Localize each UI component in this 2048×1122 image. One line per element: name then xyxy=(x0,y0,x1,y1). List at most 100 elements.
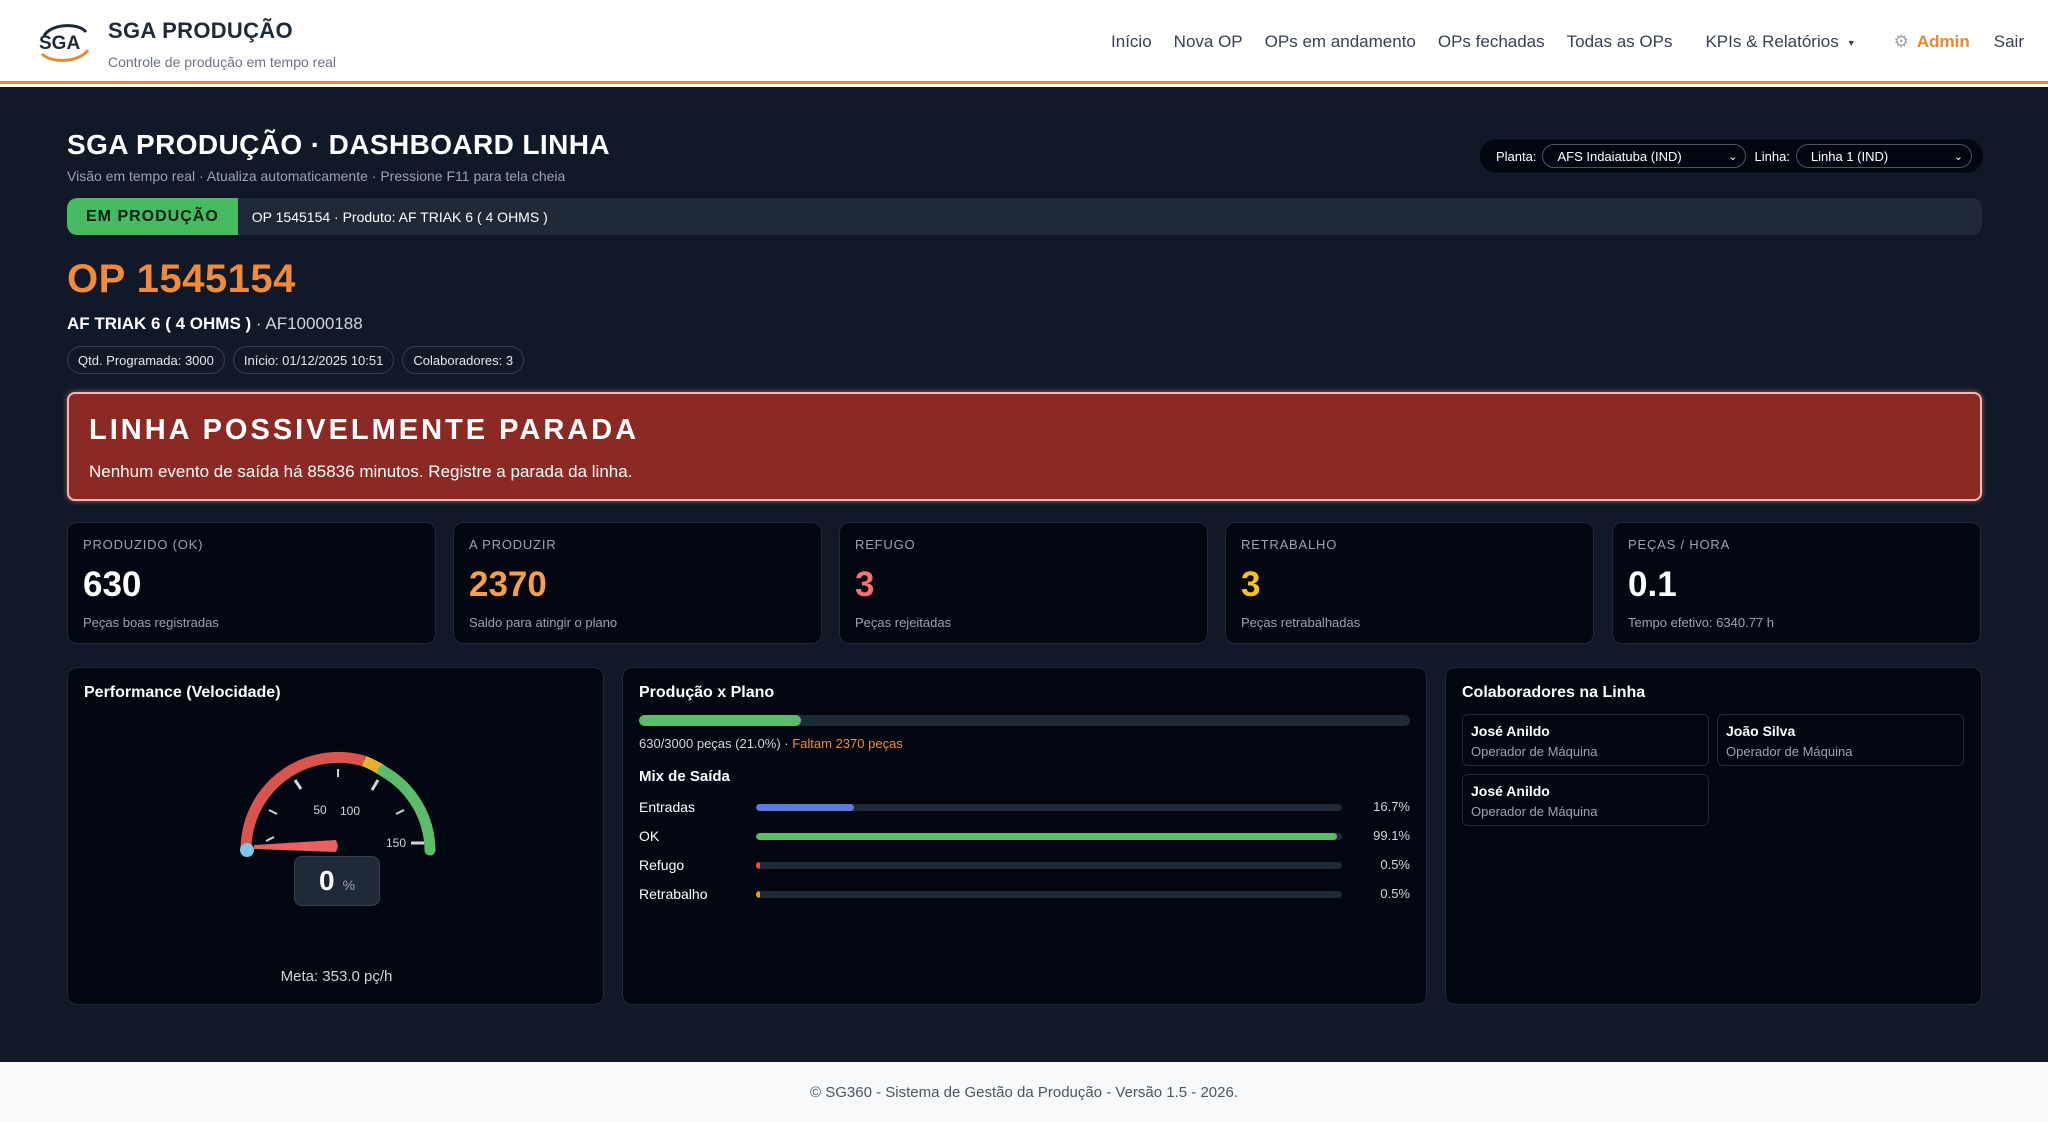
kpi-value: 3 xyxy=(855,565,875,604)
planta-label: Planta: xyxy=(1496,148,1537,164)
plan-faltam-label: Faltam 2370 peças xyxy=(792,736,903,751)
kpi-label: RETRABALHO xyxy=(1241,537,1338,552)
pill-inicio: Início: 01/12/2025 10:51 xyxy=(232,346,395,374)
nav-kpis-dropdown[interactable]: KPIs & Relatórios ▼ xyxy=(1705,32,1855,52)
plan-progress-label: 630/3000 peças (21.0%) · xyxy=(639,736,789,751)
mix-track xyxy=(756,891,1342,898)
collaborator-name: João Silva xyxy=(1726,723,1796,739)
brand-subtitle: Controle de produção em tempo real xyxy=(108,54,337,70)
mix-fill xyxy=(756,891,760,898)
footer-text: © SG360 - Sistema de Gestão da Produção … xyxy=(810,1083,1238,1101)
collaborator-card: José Anildo Operador de Máquina xyxy=(1462,774,1709,826)
kpi-label: A PRODUZIR xyxy=(469,537,557,552)
mix-track xyxy=(756,862,1342,869)
nav-inicio[interactable]: Início xyxy=(1111,32,1152,52)
footer: © SG360 - Sistema de Gestão da Produção … xyxy=(0,1062,2048,1122)
collaborator-card: José Anildo Operador de Máquina xyxy=(1462,714,1709,766)
linha-select[interactable]: Linha 1 (IND) ⌄ xyxy=(1795,144,1972,168)
performance-card: Performance (Velocidade) 50 100 150 0 % xyxy=(67,667,604,1005)
mix-fill xyxy=(756,862,760,869)
product-line: AF TRIAK 6 ( 4 OHMS ) · AF10000188 xyxy=(67,314,363,334)
collaborator-role: Operador de Máquina xyxy=(1471,744,1598,759)
line-stopped-alert: LINHA POSSIVELMENTE PARADA Nenhum evento… xyxy=(67,392,1982,501)
brand[interactable]: SGA SGA PRODUÇÃO Controle de produção em… xyxy=(36,18,336,70)
caret-down-icon: ▼ xyxy=(1846,37,1856,48)
planta-value: AFS Indaiatuba (IND) xyxy=(1557,148,1682,164)
mix-pct: 16.7% xyxy=(1373,799,1410,814)
kpi-sub: Saldo para atingir o plano xyxy=(469,615,618,630)
collaborator-name: José Anildo xyxy=(1471,783,1550,799)
mix-row-entradas: Entradas 16.7% xyxy=(639,797,1410,817)
op-title: OP 1545154 xyxy=(67,257,296,301)
mix-title: Mix de Saída xyxy=(639,768,730,785)
collaborator-name: José Anildo xyxy=(1471,723,1550,739)
kpi-value: 0.1 xyxy=(1628,565,1677,604)
mix-row-refugo: Refugo 0.5% xyxy=(639,855,1410,875)
alert-title: LINHA POSSIVELMENTE PARADA xyxy=(89,414,640,446)
sga-logo: SGA xyxy=(36,18,92,66)
linha-value: Linha 1 (IND) xyxy=(1810,148,1889,164)
kpi-sub: Tempo efetivo: 6340.77 h xyxy=(1628,615,1774,630)
gauge-value: 0 xyxy=(318,865,335,896)
mix-fill xyxy=(756,833,1337,840)
logo-text: SGA xyxy=(39,33,80,54)
nav-links: Início Nova OP OPs em andamento OPs fech… xyxy=(1089,28,2024,56)
performance-title: Performance (Velocidade) xyxy=(84,684,281,701)
producao-plano-card: Produção x Plano 630/3000 peças (21.0%) … xyxy=(622,667,1427,1005)
mix-label: OK xyxy=(639,828,660,844)
nav-todas-ops[interactable]: Todas as OPs xyxy=(1567,32,1673,52)
kpi-sub: Peças rejeitadas xyxy=(855,615,952,630)
mix-pct: 0.5% xyxy=(1380,886,1410,901)
gauge-tick-label: 150 xyxy=(386,836,406,850)
linha-label: Linha: xyxy=(1754,148,1790,164)
nav-logout[interactable]: Sair xyxy=(1994,32,2024,52)
gauge-tick xyxy=(268,809,278,815)
mix-row-ok: OK 99.1% xyxy=(639,826,1410,846)
status-bar: EM PRODUÇÃO OP 1545154 · Produto: AF TRI… xyxy=(67,198,1982,235)
nav-nova-op[interactable]: Nova OP xyxy=(1174,32,1243,52)
plan-progress-text: 630/3000 peças (21.0%) · Faltam 2370 peç… xyxy=(639,736,903,751)
gauge-tick xyxy=(370,779,380,791)
mix-track xyxy=(756,804,1342,811)
dashboard-main: SGA PRODUÇÃO · DASHBOARD LINHA Visão em … xyxy=(0,87,2048,1062)
gauge-tick-label: 100 xyxy=(340,804,360,818)
nav-ops-fechadas[interactable]: OPs fechadas xyxy=(1438,32,1545,52)
pill-colaboradores: Colaboradores: 3 xyxy=(402,346,525,374)
gauge-arc-red xyxy=(240,755,319,856)
navbar: SGA SGA PRODUÇÃO Controle de produção em… xyxy=(0,0,2048,84)
producao-title: Produção x Plano xyxy=(639,684,775,701)
kpi-sub: Peças retrabalhadas xyxy=(1241,615,1361,630)
plan-progress-fill xyxy=(639,715,801,726)
mix-pct: 0.5% xyxy=(1380,857,1410,872)
gauge-value-box: 0 % xyxy=(294,856,380,906)
planta-select[interactable]: AFS Indaiatuba (IND) ⌄ xyxy=(1542,144,1747,168)
product-name: AF TRIAK 6 ( 4 OHMS ) xyxy=(67,314,252,333)
pill-qtd-programada: Qtd. Programada: 3000 xyxy=(67,346,225,374)
kpi-sub: Peças boas registradas xyxy=(83,615,219,630)
kpi-card-produzido: PRODUZIDO (OK) 630 Peças boas registrada… xyxy=(67,522,436,644)
chevron-down-icon: ⌄ xyxy=(1953,150,1963,163)
colaboradores-title: Colaboradores na Linha xyxy=(1462,684,1646,701)
gauge-arc-red-top xyxy=(311,751,366,767)
product-code: · AF10000188 xyxy=(255,314,363,333)
performance-meta: Meta: 353.0 pç/h xyxy=(280,968,393,985)
nav-admin[interactable]: ⚙ Admin xyxy=(1894,32,1970,52)
brand-title: SGA PRODUÇÃO xyxy=(108,18,293,43)
kpi-card-retrabalho: RETRABALHO 3 Peças retrabalhadas xyxy=(1225,522,1594,644)
plan-progress-track xyxy=(639,715,1410,726)
gear-icon: ⚙ xyxy=(1893,32,1909,51)
mix-row-retrabalho: Retrabalho 0.5% xyxy=(639,884,1410,904)
mix-fill xyxy=(756,804,854,811)
kpi-label: PEÇAS / HORA xyxy=(1628,537,1731,552)
mix-track xyxy=(756,833,1342,840)
mix-pct: 99.1% xyxy=(1373,828,1410,843)
mix-label: Retrabalho xyxy=(639,886,708,902)
page-subtitle: Visão em tempo real · Atualiza automatic… xyxy=(67,168,566,184)
alert-message: Nenhum evento de saída há 85836 minutos.… xyxy=(89,462,633,481)
nav-ops-andamento[interactable]: OPs em andamento xyxy=(1265,32,1416,52)
kpi-card-pecas-hora: PEÇAS / HORA 0.1 Tempo efetivo: 6340.77 … xyxy=(1612,522,1981,644)
admin-label: Admin xyxy=(1916,32,1970,51)
gauge-tick-label: 50 xyxy=(313,803,327,817)
status-badge: EM PRODUÇÃO xyxy=(67,198,238,235)
kpi-row: PRODUZIDO (OK) 630 Peças boas registrada… xyxy=(67,522,1982,644)
